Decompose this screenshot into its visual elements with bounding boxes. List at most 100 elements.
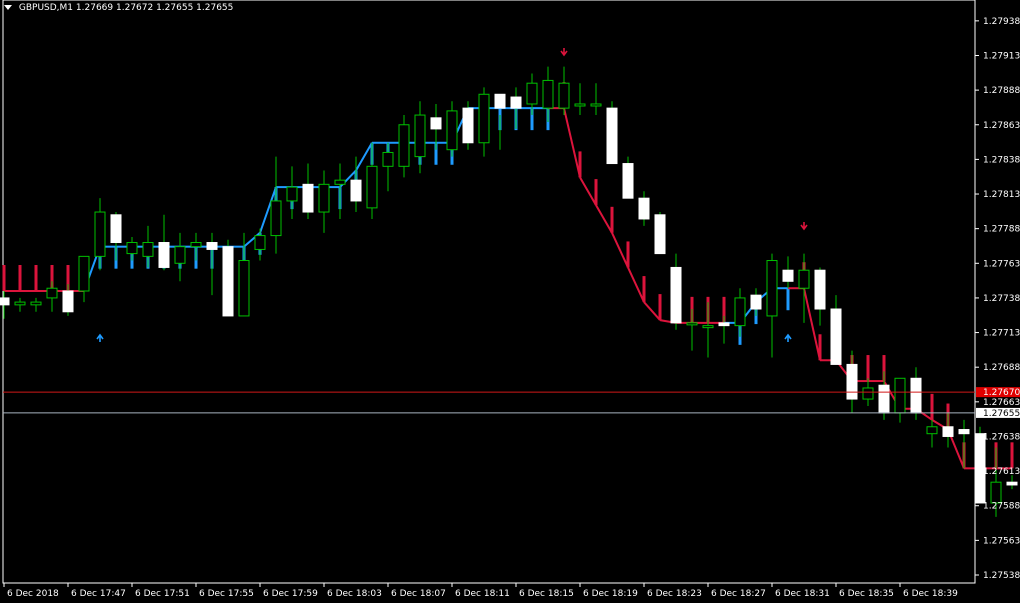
price-tick-label: 1.27613 (983, 467, 1020, 477)
trend-line-segment (643, 301, 661, 321)
candle-body (0, 297, 10, 306)
down-arrow-icon (560, 48, 568, 57)
candle-body (62, 290, 74, 313)
price-tick-label: 1.27813 (983, 190, 1020, 200)
candle-body (798, 269, 810, 289)
candle-body (238, 260, 250, 317)
ask-price-label: 1.27670 (983, 388, 1020, 398)
candle-body (478, 93, 490, 144)
down-arrow-icon (800, 222, 808, 231)
time-tick-label: 6 Dec 18:19 (583, 589, 638, 599)
candle-body (46, 287, 58, 299)
time-tick-label: 6 Dec 18:15 (519, 589, 574, 599)
trend-line-segment (611, 232, 629, 268)
time-tick-label: 6 Dec 17:51 (135, 589, 190, 599)
candle-body (14, 301, 26, 306)
time-tick-label: 6 Dec 18:35 (839, 589, 894, 599)
candle-body (382, 151, 394, 167)
candle-body (830, 308, 842, 365)
trend-line-segment (627, 267, 645, 303)
time-axis: 6 Dec 2018 6 Dec 17:47 6 Dec 17:51 6 Dec 17… (3, 583, 958, 599)
candle-body (910, 377, 922, 414)
up-arrow-icon (96, 333, 104, 342)
candle-body (334, 179, 346, 185)
time-tick-label: 6 Dec 18:31 (775, 589, 830, 599)
price-tick-label: 1.27938 (983, 17, 1020, 27)
price-tick-label: 1.27588 (983, 502, 1020, 512)
candle-body (270, 200, 282, 237)
price-tick-label: 1.27713 (983, 329, 1020, 339)
candle-body (542, 79, 554, 109)
axis-scroll-marker (977, 455, 980, 477)
time-tick-label: 6 Dec 18:39 (903, 589, 958, 599)
candle-body (78, 255, 90, 292)
candle-body (526, 82, 538, 105)
candle-body (654, 214, 666, 255)
candle-body (574, 103, 586, 107)
chevron-down-icon[interactable] (4, 5, 12, 10)
time-tick-label: 6 Dec 18:27 (711, 589, 766, 599)
candle-body (990, 481, 1002, 504)
candle-body (1006, 481, 1018, 486)
price-tick-label: 1.27563 (983, 536, 1020, 546)
candle-body (958, 429, 970, 435)
candle-body (814, 269, 826, 310)
candle-body (158, 242, 170, 268)
up-arrow-icon (784, 333, 792, 342)
price-tick-label: 1.27888 (983, 86, 1020, 96)
time-tick-label: 6 Dec 18:23 (647, 589, 702, 599)
chart-header: GBPUSD,M1 1.27669 1.27672 1.27655 1.2765… (4, 3, 233, 13)
symbol-label: GBPUSD,M1 (18, 3, 74, 13)
candle-body (206, 242, 218, 250)
candle-body (718, 322, 730, 327)
candle-body (462, 107, 474, 144)
price-chart[interactable]: 1.27938 1.27913 1.27888 1.27863 1.27838 1.278… (0, 0, 1020, 603)
candle-body (862, 387, 874, 400)
candle-body (366, 165, 378, 209)
candle-body (94, 211, 106, 257)
candle-body (414, 114, 426, 158)
candle-body (702, 325, 714, 329)
candle-body (878, 384, 890, 414)
price-tick-label: 1.27538 (983, 571, 1020, 581)
candle-body (590, 103, 602, 107)
time-tick-label: 6 Dec 17:55 (199, 589, 254, 599)
time-tick-label: 6 Dec 17:59 (263, 589, 318, 599)
candle-body (398, 124, 410, 167)
candle-body (622, 163, 634, 199)
candle-body (926, 426, 938, 435)
plot-area (0, 0, 1018, 584)
plot-frame (2, 0, 976, 584)
price-tick-label: 1.27763 (983, 259, 1020, 269)
candle-body (558, 82, 570, 109)
time-tick-label: 6 Dec 2018 (7, 589, 59, 599)
time-tick-label: 6 Dec 18:07 (391, 589, 446, 599)
candle-body (494, 93, 506, 109)
price-tick-label: 1.27863 (983, 121, 1020, 131)
time-tick-label: 6 Dec 18:11 (455, 589, 510, 599)
price-tick-label: 1.27913 (983, 51, 1020, 61)
candle-body (302, 183, 314, 213)
candle-body (766, 260, 778, 317)
candle-body (286, 186, 298, 202)
candle-body (894, 377, 906, 414)
price-tick-label: 1.27638 (983, 432, 1020, 442)
candle-body (142, 242, 154, 257)
candle-body (222, 246, 234, 317)
trend-line-segment (595, 204, 613, 234)
candle-body (318, 183, 330, 213)
candle-body (606, 107, 618, 165)
price-tick-label: 1.27663 (983, 398, 1020, 408)
candle-body (686, 322, 698, 326)
price-tick-label: 1.27688 (983, 363, 1020, 373)
candle-body (254, 235, 266, 250)
candle-body (126, 242, 138, 255)
candle-body (846, 363, 858, 400)
candle-body (30, 301, 42, 306)
candle-body (190, 242, 202, 248)
candle-body (734, 297, 746, 327)
ohlc-values: 1.27669 1.27672 1.27655 1.27655 (75, 3, 234, 13)
candle-body (350, 179, 362, 202)
candle-body (942, 426, 954, 437)
time-tick-label: 6 Dec 18:03 (327, 589, 382, 599)
